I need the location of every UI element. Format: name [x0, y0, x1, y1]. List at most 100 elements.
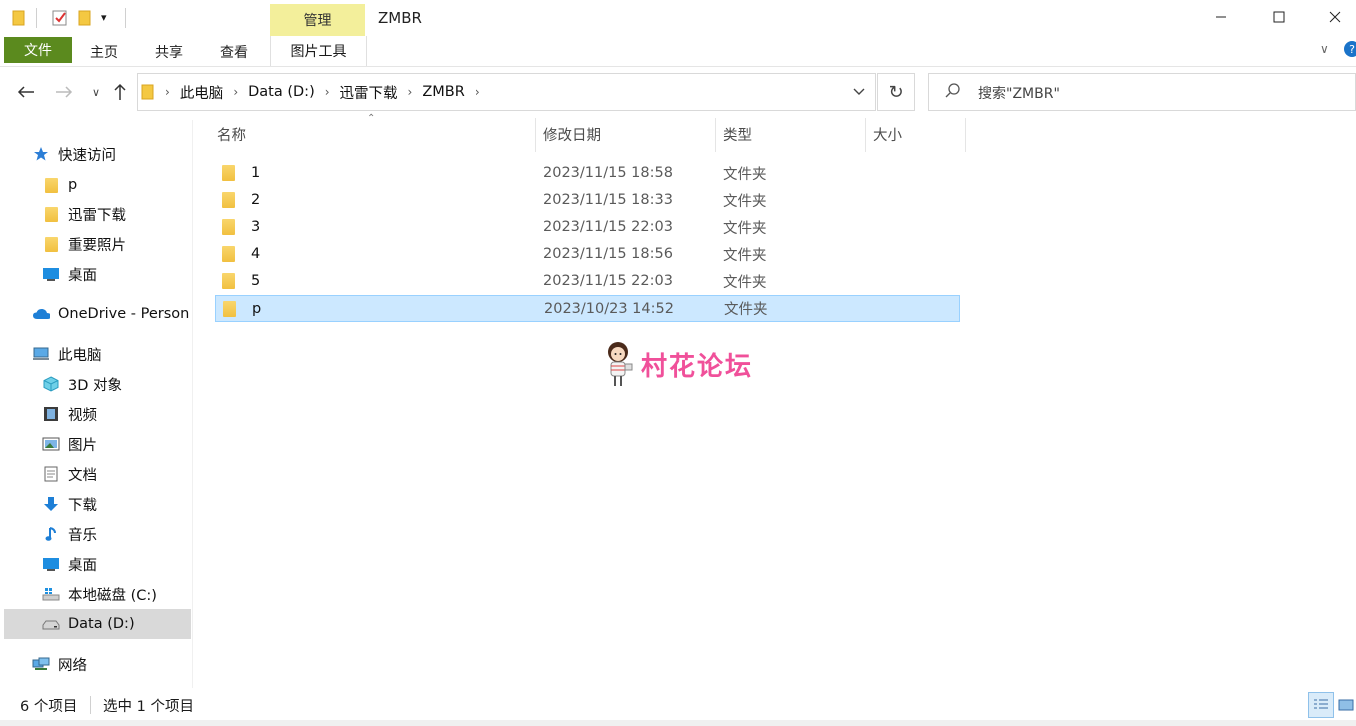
address-dropdown-chevron-icon[interactable]: [843, 74, 875, 110]
sidebar-item-label: 3D 对象: [68, 377, 122, 394]
context-tab-manage[interactable]: 管理: [270, 4, 365, 36]
folder-icon: [222, 273, 235, 289]
table-row-selected[interactable]: p 2023/10/23 14:52 文件夹: [215, 295, 960, 322]
sidebar-item-desktop[interactable]: 桌面: [42, 259, 192, 289]
sidebar-item-important-photos[interactable]: 重要照片: [42, 229, 192, 259]
sidebar-item-desktop-2[interactable]: 桌面: [42, 549, 192, 579]
recent-locations-chevron-icon[interactable]: ∨: [84, 80, 108, 104]
sidebar-item-quick-access[interactable]: 快速访问: [32, 139, 192, 169]
sidebar-item-xunlei[interactable]: 迅雷下载: [42, 199, 192, 229]
file-type: 文件夹: [723, 220, 767, 237]
details-view-button[interactable]: [1308, 692, 1334, 718]
minimize-button[interactable]: [1198, 0, 1244, 34]
sidebar-item-downloads[interactable]: 下载: [42, 489, 192, 519]
quick-access-folder-icon[interactable]: [12, 9, 26, 27]
crumb-xunlei[interactable]: 迅雷下载: [334, 82, 404, 103]
up-button[interactable]: [108, 80, 132, 104]
file-type: 文件夹: [723, 166, 767, 183]
sidebar-item-label: 重要照片: [68, 237, 126, 254]
column-header-type[interactable]: 类型: [723, 124, 752, 148]
column-header-size[interactable]: 大小: [873, 124, 902, 148]
properties-icon[interactable]: [52, 9, 68, 27]
crumb-zmbr[interactable]: ZMBR: [416, 84, 470, 100]
back-button[interactable]: [14, 80, 38, 104]
sidebar-item-network[interactable]: 网络: [32, 649, 192, 679]
maximize-button[interactable]: [1256, 0, 1302, 34]
crumb-this-pc[interactable]: 此电脑: [174, 82, 230, 103]
sidebar-item-this-pc[interactable]: 此电脑: [32, 339, 192, 369]
large-icons-view-button[interactable]: [1336, 692, 1356, 718]
drive-icon: [42, 615, 60, 633]
sidebar-item-label: 图片: [68, 437, 97, 454]
sidebar-item-videos[interactable]: 视频: [42, 399, 192, 429]
table-row[interactable]: 5 2023/11/15 22:03 文件夹: [215, 268, 960, 294]
watermark: 村花论坛: [605, 340, 753, 388]
column-header-name[interactable]: 名称: [217, 124, 246, 148]
forward-arrow-icon: [56, 86, 73, 98]
crumb-data-drive[interactable]: Data (D:): [242, 84, 321, 100]
help-icon[interactable]: ?: [1344, 41, 1356, 57]
tab-picture-tools-label: 图片工具: [290, 44, 347, 60]
sidebar-item-onedrive[interactable]: OneDrive - Person: [32, 299, 192, 329]
file-modified: 2023/11/15 22:03: [543, 273, 673, 289]
chevron-right-icon[interactable]: ›: [321, 85, 334, 99]
cube-icon: [42, 375, 60, 393]
status-selected-count: 选中 1 个项目: [103, 699, 194, 715]
file-type: 文件夹: [723, 274, 767, 291]
tab-home[interactable]: 主页: [90, 42, 118, 62]
file-name: 1: [251, 165, 261, 181]
table-row[interactable]: 4 2023/11/15 18:56 文件夹: [215, 241, 960, 267]
ribbon-expand-chevron-icon[interactable]: ∨: [1320, 42, 1329, 56]
cartoon-girl-icon: [608, 342, 633, 386]
sidebar-item-local-disk-c[interactable]: 本地磁盘 (C:): [42, 579, 192, 609]
column-header-modified[interactable]: 修改日期: [543, 124, 601, 148]
star-icon: [32, 145, 50, 163]
sidebar-item-data-d[interactable]: Data (D:): [4, 609, 191, 639]
file-name: 4: [251, 246, 261, 262]
table-row[interactable]: 3 2023/11/15 22:03 文件夹: [215, 214, 960, 240]
tab-file[interactable]: 文件: [4, 37, 72, 63]
tab-view[interactable]: 查看: [220, 42, 248, 62]
up-arrow-icon: [114, 83, 126, 100]
search-placeholder: 搜索"ZMBR": [978, 86, 1060, 102]
forward-button[interactable]: [52, 80, 76, 104]
close-button[interactable]: [1314, 0, 1356, 34]
sidebar-item-label: 桌面: [68, 267, 97, 284]
folder-icon: [42, 235, 60, 253]
sidebar-item-label: OneDrive - Person: [58, 306, 190, 322]
tab-picture-tools[interactable]: 图片工具: [270, 36, 367, 66]
column-separator[interactable]: [965, 118, 966, 152]
desktop-icon: [42, 555, 60, 573]
large-icons-view-icon: [1338, 699, 1354, 711]
chevron-right-icon[interactable]: ›: [404, 85, 417, 99]
chevron-right-icon[interactable]: ›: [471, 85, 484, 99]
chevron-right-icon[interactable]: ›: [229, 85, 242, 99]
refresh-button[interactable]: ↻: [877, 73, 915, 111]
sidebar-item-p[interactable]: p: [42, 170, 192, 200]
column-separator[interactable]: [715, 118, 716, 152]
windows-drive-icon: [42, 585, 60, 603]
column-separator[interactable]: [865, 118, 866, 152]
chevron-right-icon[interactable]: ›: [161, 85, 174, 99]
customize-toolbar-chevron-icon[interactable]: ▾: [101, 11, 107, 29]
refresh-icon: ↻: [888, 81, 904, 103]
sidebar-item-pictures[interactable]: 图片: [42, 429, 192, 459]
table-row[interactable]: 2 2023/11/15 18:33 文件夹: [215, 187, 960, 213]
desktop-icon: [42, 265, 60, 283]
sidebar-item-documents[interactable]: 文档: [42, 459, 192, 489]
tab-share[interactable]: 共享: [155, 42, 183, 62]
sidebar-item-label: Data (D:): [68, 616, 135, 632]
new-folder-icon[interactable]: [78, 9, 92, 27]
file-modified: 2023/11/15 22:03: [543, 219, 673, 235]
sidebar-item-music[interactable]: 音乐: [42, 519, 192, 549]
table-row[interactable]: 1 2023/11/15 18:58 文件夹: [215, 160, 960, 186]
file-name: 5: [251, 273, 261, 289]
minimize-icon: [1216, 16, 1226, 18]
network-icon: [32, 655, 50, 673]
status-separator: [90, 696, 91, 714]
column-separator[interactable]: [535, 118, 536, 152]
folder-icon: [222, 219, 235, 235]
back-arrow-icon: [17, 86, 34, 98]
cloud-icon: [32, 305, 50, 323]
sidebar-item-3d-objects[interactable]: 3D 对象: [42, 369, 192, 399]
